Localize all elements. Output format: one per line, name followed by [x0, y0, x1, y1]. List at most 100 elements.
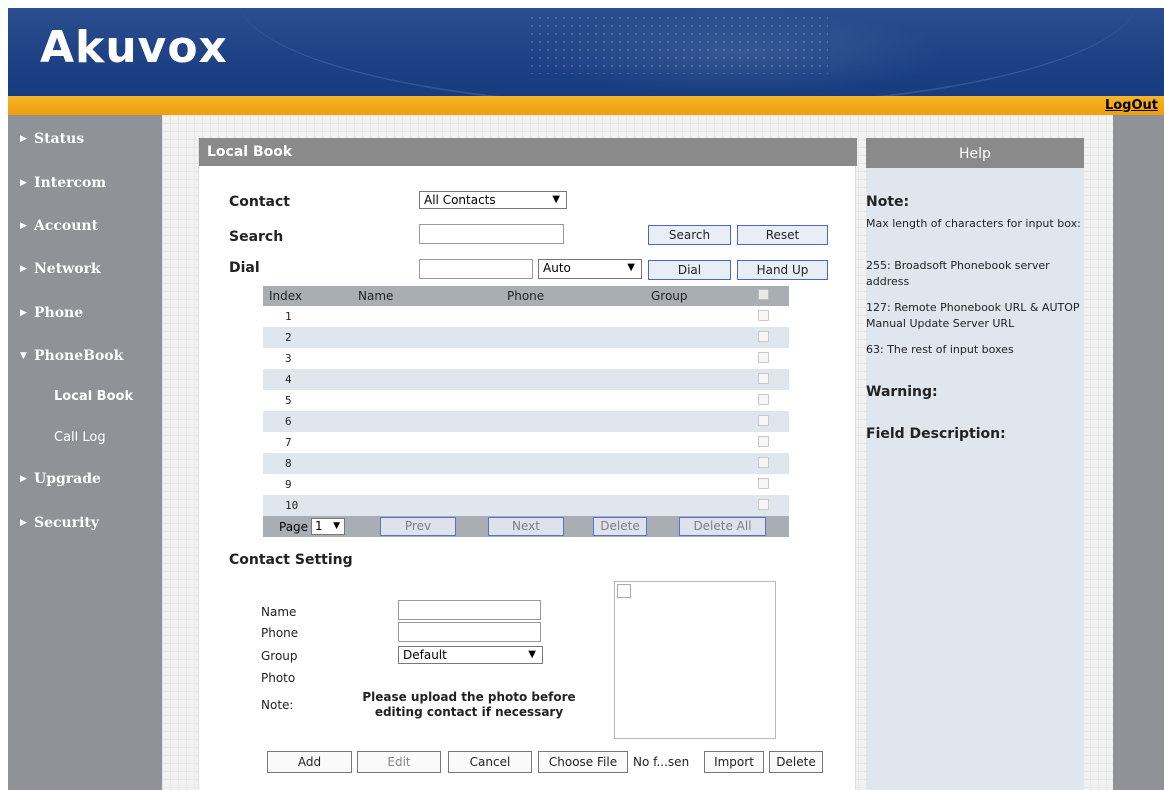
choose-file-button[interactable]: Choose File: [538, 751, 628, 773]
help-warning-heading: Warning:: [866, 384, 938, 400]
row-checkbox[interactable]: [758, 478, 769, 489]
table-row[interactable]: 5: [263, 390, 789, 411]
sidebar-subitem-call-log[interactable]: Call Log: [54, 430, 106, 445]
name-label: Name: [261, 605, 297, 619]
dial-button[interactable]: Dial: [648, 260, 731, 280]
row-checkbox[interactable]: [758, 394, 769, 405]
table-row[interactable]: 4: [263, 369, 789, 390]
table-row[interactable]: 1: [263, 306, 789, 327]
help-note-line: 255: Broadsoft Phonebook server address: [866, 259, 1050, 288]
contact-select[interactable]: All Contacts ▼: [419, 191, 567, 209]
caret-down-icon: ▼: [552, 194, 560, 205]
column-header-phone: Phone: [507, 289, 545, 303]
edit-button[interactable]: Edit: [357, 751, 441, 773]
logo: Akuvox: [40, 22, 228, 73]
group-select[interactable]: Default ▼: [398, 646, 543, 664]
sidebar-item-label: PhoneBook: [34, 348, 124, 364]
sidebar-item-status[interactable]: ▶ Status: [20, 131, 84, 147]
reset-button[interactable]: Reset: [737, 225, 828, 245]
sidebar-item-upgrade[interactable]: ▶ Upgrade: [20, 471, 101, 487]
sidebar-item-label: Status: [34, 131, 85, 147]
triangle-right-icon: ▶: [20, 178, 27, 188]
sidebar-item-intercom[interactable]: ▶ Intercom: [20, 175, 106, 191]
hangup-button[interactable]: Hand Up: [737, 260, 828, 280]
search-button[interactable]: Search: [648, 225, 731, 245]
name-input[interactable]: [398, 600, 541, 620]
sidebar-item-label: Account: [34, 218, 99, 234]
header-banner: Akuvox: [8, 8, 1164, 96]
row-checkbox[interactable]: [758, 373, 769, 384]
table-row[interactable]: 3: [263, 348, 789, 369]
row-checkbox[interactable]: [758, 331, 769, 342]
dial-input[interactable]: [419, 259, 533, 279]
top-bar: LogOut: [8, 96, 1164, 115]
file-name-text: No f...sen: [633, 755, 690, 769]
add-button[interactable]: Add: [267, 751, 352, 773]
row-checkbox[interactable]: [758, 499, 769, 510]
row-index: 6: [285, 415, 292, 428]
photo-placeholder-icon: [617, 584, 631, 598]
dial-mode-select[interactable]: Auto ▼: [538, 259, 642, 279]
dial-mode-value: Auto: [543, 261, 571, 275]
help-note-line: 63: The rest of input boxes: [866, 343, 1014, 356]
photo-label: Photo: [261, 671, 296, 685]
triangle-right-icon: ▶: [20, 264, 27, 274]
row-index: 5: [285, 394, 292, 407]
row-checkbox[interactable]: [758, 310, 769, 321]
import-button[interactable]: Import: [704, 751, 764, 773]
contact-select-value: All Contacts: [424, 193, 496, 207]
local-book-panel: Local Book Contact All Contacts ▼ Search…: [198, 138, 857, 790]
help-note-line: Max length of characters for input box:: [866, 217, 1081, 230]
logout-link[interactable]: LogOut: [1105, 96, 1158, 115]
column-header-group: Group: [651, 289, 688, 303]
sidebar-subitem-local-book[interactable]: Local Book: [54, 389, 133, 404]
triangle-right-icon: ▶: [20, 221, 27, 231]
search-input[interactable]: [419, 224, 564, 244]
contact-setting-title: Contact Setting: [229, 552, 353, 568]
delete-all-button[interactable]: Delete All: [679, 517, 766, 536]
column-header-index: Index: [269, 289, 303, 303]
table-row[interactable]: 10: [263, 495, 789, 516]
group-label: Group: [261, 649, 298, 663]
table-row[interactable]: 8: [263, 453, 789, 474]
sidebar-item-phonebook[interactable]: ▼ PhoneBook: [20, 348, 123, 364]
row-checkbox[interactable]: [758, 415, 769, 426]
row-checkbox[interactable]: [758, 352, 769, 363]
table-pager: Page 1 ▼ Prev Next Delete Delete All: [263, 516, 789, 537]
help-note-heading: Note:: [866, 194, 910, 210]
banner-dots: [528, 14, 828, 74]
group-select-value: Default: [403, 648, 447, 662]
triangle-right-icon: ▶: [20, 134, 27, 144]
sidebar-item-network[interactable]: ▶ Network: [20, 261, 101, 277]
page-select[interactable]: 1 ▼: [311, 518, 345, 535]
delete-contact-button[interactable]: Delete: [769, 751, 823, 773]
delete-button[interactable]: Delete: [593, 517, 647, 536]
row-checkbox[interactable]: [758, 457, 769, 468]
photo-note-line2: editing contact if necessary: [374, 705, 564, 719]
table-row[interactable]: 2: [263, 327, 789, 348]
row-index: 4: [285, 373, 292, 386]
row-index: 3: [285, 352, 292, 365]
help-field-description-heading: Field Description:: [866, 426, 1006, 442]
sidebar-item-security[interactable]: ▶ Security: [20, 515, 99, 531]
sidebar-item-account[interactable]: ▶ Account: [20, 218, 98, 234]
right-strip: [1113, 115, 1164, 790]
prev-button[interactable]: Prev: [380, 517, 456, 536]
sidebar-item-phone[interactable]: ▶ Phone: [20, 305, 83, 321]
select-all-checkbox[interactable]: [758, 289, 769, 300]
phone-input[interactable]: [398, 622, 541, 642]
sidebar-item-label: Intercom: [34, 175, 107, 191]
column-header-name: Name: [358, 289, 394, 303]
row-index: 7: [285, 436, 292, 449]
table-row[interactable]: 6: [263, 411, 789, 432]
row-index: 9: [285, 478, 292, 491]
table-row[interactable]: 7: [263, 432, 789, 453]
help-title: Help: [866, 138, 1084, 168]
row-index: 8: [285, 457, 292, 470]
next-button[interactable]: Next: [488, 517, 564, 536]
table-row[interactable]: 9: [263, 474, 789, 495]
caret-down-icon: ▼: [627, 262, 635, 273]
triangle-down-icon: ▼: [20, 351, 27, 361]
row-checkbox[interactable]: [758, 436, 769, 447]
cancel-button[interactable]: Cancel: [448, 751, 532, 773]
